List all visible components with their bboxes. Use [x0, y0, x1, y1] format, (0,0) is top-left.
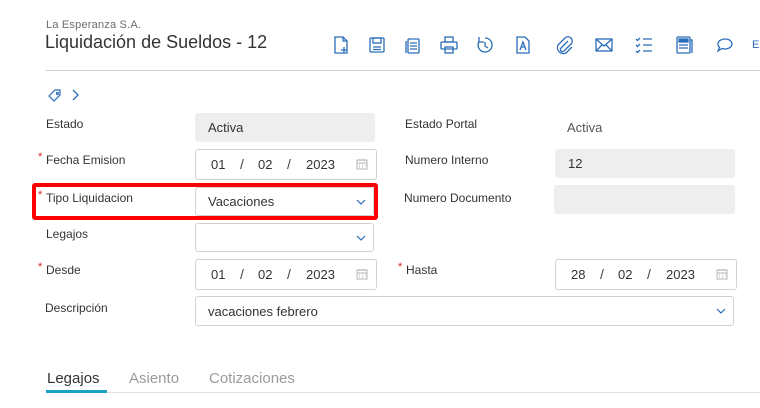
date-separator: / [240, 266, 244, 282]
numero-interno-field: 12 [555, 149, 735, 178]
history-icon[interactable] [474, 34, 496, 56]
toolbar-overflow-button[interactable]: E [752, 39, 759, 51]
descripcion-select[interactable]: vacaciones febrero [195, 296, 734, 326]
descripcion-label: Descripción [45, 301, 108, 315]
hasta-required-mark: * [398, 261, 403, 273]
fecha-emision-day[interactable]: 01 [211, 157, 225, 172]
chevron-right-icon[interactable] [70, 88, 80, 102]
hasta-day[interactable]: 28 [571, 267, 585, 282]
numero-documento-field [554, 185, 735, 214]
desde-label: Desde [46, 263, 81, 277]
company-name: La Esperanza S.A. [46, 19, 142, 31]
desde-month[interactable]: 02 [258, 267, 272, 282]
new-document-icon[interactable] [330, 34, 352, 56]
calendar-icon[interactable] [356, 268, 368, 280]
active-tab-indicator [46, 390, 107, 393]
desde-date-input[interactable]: 01 / 02 / 2023 [195, 259, 377, 290]
date-separator: / [240, 156, 244, 172]
fecha-emision-label: Fecha Emision [46, 153, 126, 167]
tag-icon[interactable] [48, 89, 62, 103]
chevron-down-icon[interactable] [356, 233, 366, 243]
attachment-icon[interactable] [553, 34, 575, 56]
notes-icon[interactable] [673, 34, 695, 56]
date-separator: / [287, 156, 291, 172]
calendar-icon[interactable] [356, 158, 368, 170]
calendar-icon[interactable] [716, 268, 728, 280]
hasta-date-input[interactable]: 28 / 02 / 2023 [555, 259, 737, 290]
fecha-emision-date-input[interactable]: 01 / 02 / 2023 [195, 149, 377, 180]
date-separator: / [647, 266, 651, 282]
hasta-year[interactable]: 2023 [666, 267, 695, 282]
desde-year[interactable]: 2023 [306, 267, 335, 282]
email-icon[interactable] [593, 34, 615, 56]
hasta-label: Hasta [406, 263, 438, 277]
estado-label: Estado [46, 117, 84, 131]
desde-required-mark: * [38, 261, 43, 273]
date-separator: / [600, 266, 604, 282]
copy-icon[interactable] [402, 34, 424, 56]
tab-cotizaciones[interactable]: Cotizaciones [209, 370, 295, 387]
numero-interno-label: Numero Interno [405, 153, 489, 167]
estado-portal-value: Activa [567, 120, 603, 135]
save-icon[interactable] [366, 34, 388, 56]
descripcion-value: vacaciones febrero [208, 303, 318, 319]
checklist-icon[interactable] [633, 34, 655, 56]
text-field-icon[interactable] [512, 34, 534, 56]
date-separator: / [287, 266, 291, 282]
tab-legajos[interactable]: Legajos [47, 370, 100, 387]
fecha-emision-year[interactable]: 2023 [306, 157, 335, 172]
legajos-label: Legajos [46, 227, 89, 241]
page-title: Liquidación de Sueldos - 12 [45, 32, 268, 52]
tab-divider [46, 392, 760, 393]
print-icon[interactable] [438, 34, 460, 56]
hasta-month[interactable]: 02 [618, 267, 632, 282]
numero-documento-label: Numero Documento [404, 191, 512, 205]
tab-asiento[interactable]: Asiento [129, 370, 179, 387]
chevron-down-icon[interactable] [716, 306, 726, 316]
comment-icon[interactable] [714, 34, 736, 56]
estado-portal-label: Estado Portal [405, 117, 478, 131]
estado-field: Activa [195, 113, 375, 142]
fecha-emision-required-mark: * [38, 151, 43, 163]
header-divider [46, 70, 760, 71]
highlight-box [32, 183, 378, 220]
fecha-emision-month[interactable]: 02 [258, 157, 272, 172]
desde-day[interactable]: 01 [211, 267, 225, 282]
legajos-select[interactable] [195, 223, 374, 252]
